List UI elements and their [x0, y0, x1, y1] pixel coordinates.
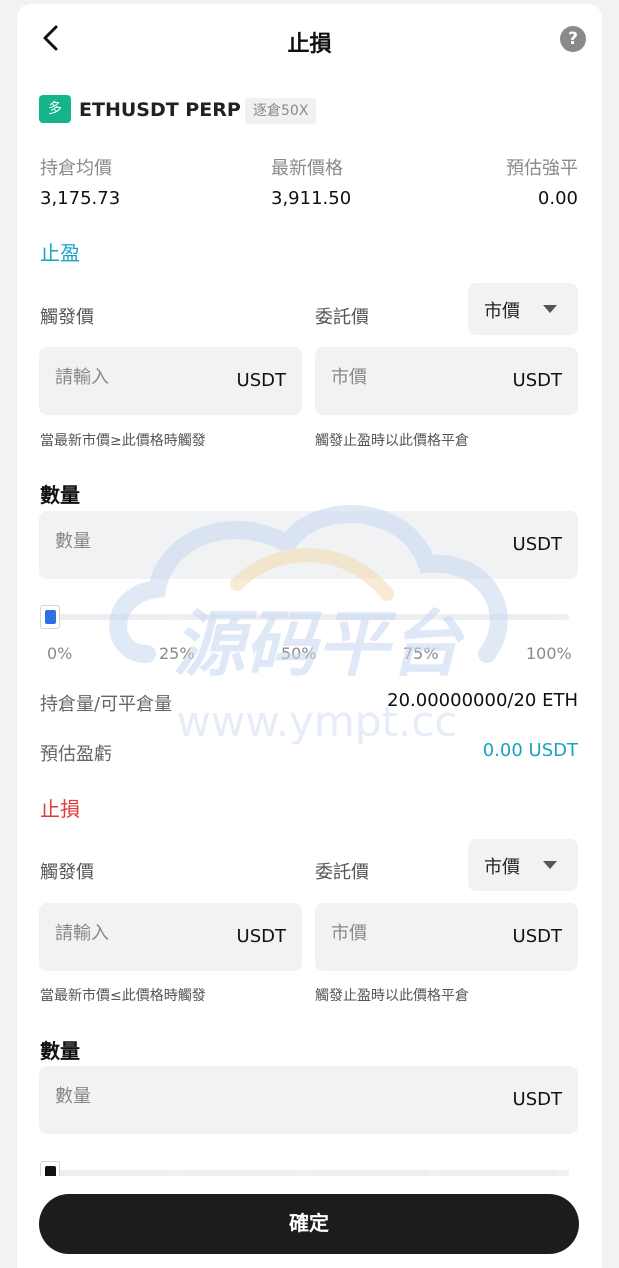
tp-quantity-input[interactable] — [55, 531, 205, 552]
sl-order-type-value: 市價 — [484, 857, 520, 878]
slider-segment — [440, 614, 556, 620]
sl-order-type-dropdown[interactable]: 市價 — [468, 839, 578, 891]
tp-quantity-field[interactable]: USDT — [39, 511, 578, 579]
slider-mark-75[interactable]: 75% — [403, 644, 439, 663]
sl-order-hint: 觸發止盈時以此價格平倉 — [315, 988, 469, 1004]
tp-order-price-input[interactable] — [331, 367, 481, 388]
sl-trigger-label: 觸發價 — [40, 862, 94, 883]
chevron-down-icon — [543, 305, 557, 313]
est-pnl-value: 0.00 USDT — [482, 740, 578, 761]
tp-slider-handle[interactable] — [40, 605, 60, 629]
avg-price-value: 3,175.73 — [40, 188, 121, 209]
sl-trigger-price-field[interactable]: USDT — [39, 903, 302, 971]
sl-order-label: 委託價 — [315, 862, 369, 883]
sl-quantity-unit: USDT — [512, 1089, 562, 1110]
position-qty-value: 20.00000000/20 ETH — [387, 690, 578, 711]
margin-tag: 逐倉50X — [245, 98, 317, 124]
tp-order-price-field[interactable]: USDT — [315, 347, 578, 415]
tp-order-unit: USDT — [512, 370, 562, 391]
help-icon[interactable]: ? — [560, 26, 586, 52]
sl-trigger-hint: 當最新市價≤此價格時觸發 — [40, 988, 206, 1004]
slider-segment — [182, 614, 298, 620]
slider-mark-0[interactable]: 0% — [47, 644, 72, 663]
sl-quantity-input[interactable] — [55, 1086, 205, 1107]
slider-segment — [311, 614, 427, 620]
symbol-label: ETHUSDT PERP — [79, 99, 241, 121]
sl-trigger-unit: USDT — [236, 926, 286, 947]
slider-segment — [49, 614, 169, 620]
last-price-value: 3,911.50 — [271, 188, 352, 209]
tp-order-hint: 觸發止盈時以此價格平倉 — [315, 433, 469, 449]
confirm-button[interactable]: 確定 — [39, 1194, 579, 1254]
tp-quantity-title: 數量 — [40, 483, 80, 507]
slider-mark-25[interactable]: 25% — [159, 644, 195, 663]
tp-trigger-price-field[interactable]: USDT — [39, 347, 302, 415]
avg-price-label: 持倉均價 — [40, 158, 112, 179]
tp-trigger-unit: USDT — [236, 370, 286, 391]
take-profit-title: 止盈 — [40, 241, 80, 265]
page-title: 止損 — [287, 32, 332, 57]
sl-trigger-price-input[interactable] — [55, 923, 205, 944]
chevron-down-icon — [543, 861, 557, 869]
side-badge: 多 — [39, 95, 71, 123]
est-pnl-label: 預估盈虧 — [40, 744, 112, 765]
sl-order-unit: USDT — [512, 926, 562, 947]
tp-order-type-value: 市價 — [484, 301, 520, 322]
stop-loss-title: 止損 — [40, 797, 80, 821]
slider-mark-100[interactable]: 100% — [526, 644, 572, 663]
slider-mark-50[interactable]: 50% — [281, 644, 317, 663]
stop-loss-sheet: 止損 ? 多 ETHUSDT PERP 逐倉50X 持倉均價 3,175.73 … — [17, 4, 602, 1268]
sl-quantity-field[interactable]: USDT — [39, 1066, 578, 1134]
tp-order-label: 委託價 — [315, 307, 369, 328]
liq-price-value: 0.00 — [537, 188, 578, 209]
tp-trigger-label: 觸發價 — [40, 307, 94, 328]
sl-order-price-field[interactable]: USDT — [315, 903, 578, 971]
tp-trigger-hint: 當最新市價≥此價格時觸發 — [40, 433, 206, 449]
last-price-label: 最新價格 — [271, 158, 343, 179]
tp-quantity-unit: USDT — [512, 534, 562, 555]
sl-quantity-title: 數量 — [40, 1039, 80, 1063]
liq-price-label: 預估強平 — [506, 158, 578, 179]
tp-order-type-dropdown[interactable]: 市價 — [468, 283, 578, 335]
tp-trigger-price-input[interactable] — [55, 367, 205, 388]
sl-order-price-input[interactable] — [331, 923, 481, 944]
position-qty-label: 持倉量/可平倉量 — [40, 694, 173, 715]
tp-percent-slider[interactable] — [49, 614, 569, 620]
